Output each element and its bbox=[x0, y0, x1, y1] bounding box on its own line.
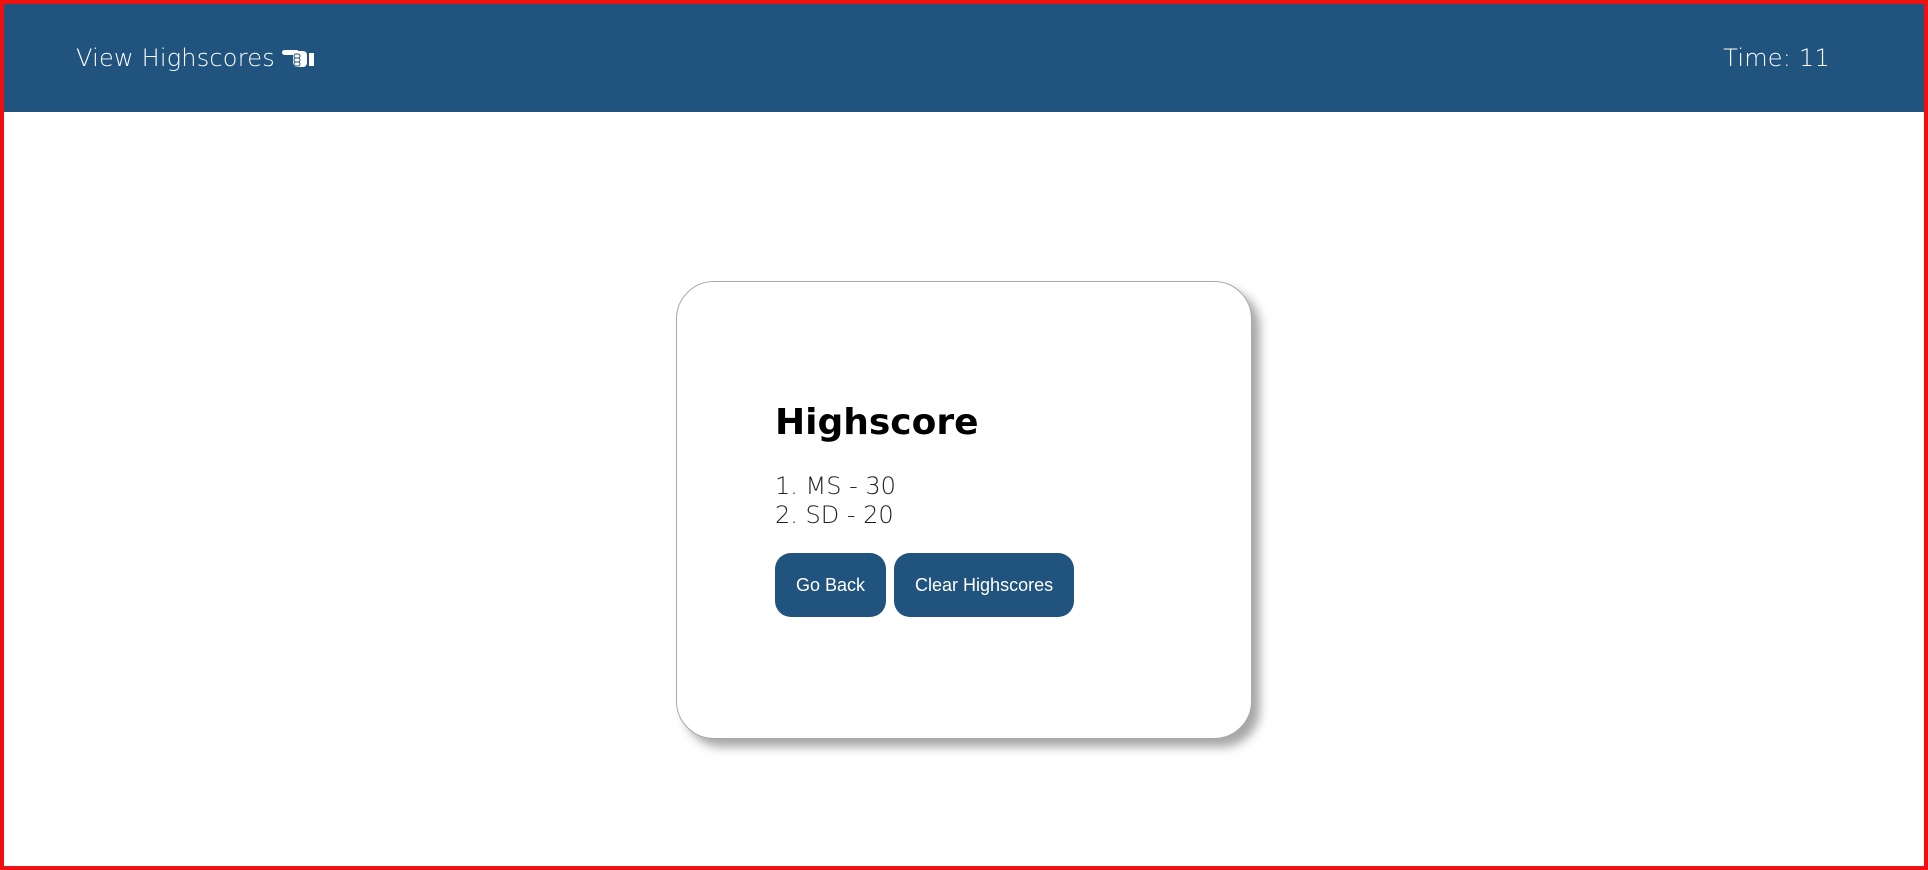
highscore-card: Highscore 1. MS - 30 2. SD - 20 Go Back … bbox=[676, 281, 1252, 739]
clear-highscores-button[interactable]: Clear Highscores bbox=[894, 553, 1075, 617]
score-item: 1. MS - 30 bbox=[775, 472, 896, 500]
timer-label: Time: bbox=[1723, 44, 1792, 72]
card-actions: Go Back Clear Highscores bbox=[775, 553, 1075, 617]
card-title: Highscore bbox=[775, 402, 979, 443]
go-back-button[interactable]: Go Back bbox=[775, 553, 887, 617]
view-highscores-link[interactable]: View Highscores bbox=[76, 44, 317, 72]
view-highscores-label: View Highscores bbox=[76, 44, 275, 72]
pointing-hand-icon bbox=[281, 44, 317, 72]
timer: Time: 11 bbox=[1723, 44, 1830, 72]
score-item: 2. SD - 20 bbox=[775, 501, 894, 529]
timer-value: 11 bbox=[1799, 44, 1830, 72]
top-header: View Highscores Time: 11 bbox=[4, 4, 1924, 112]
score-list: 1. MS - 30 2. SD - 20 bbox=[775, 472, 896, 530]
